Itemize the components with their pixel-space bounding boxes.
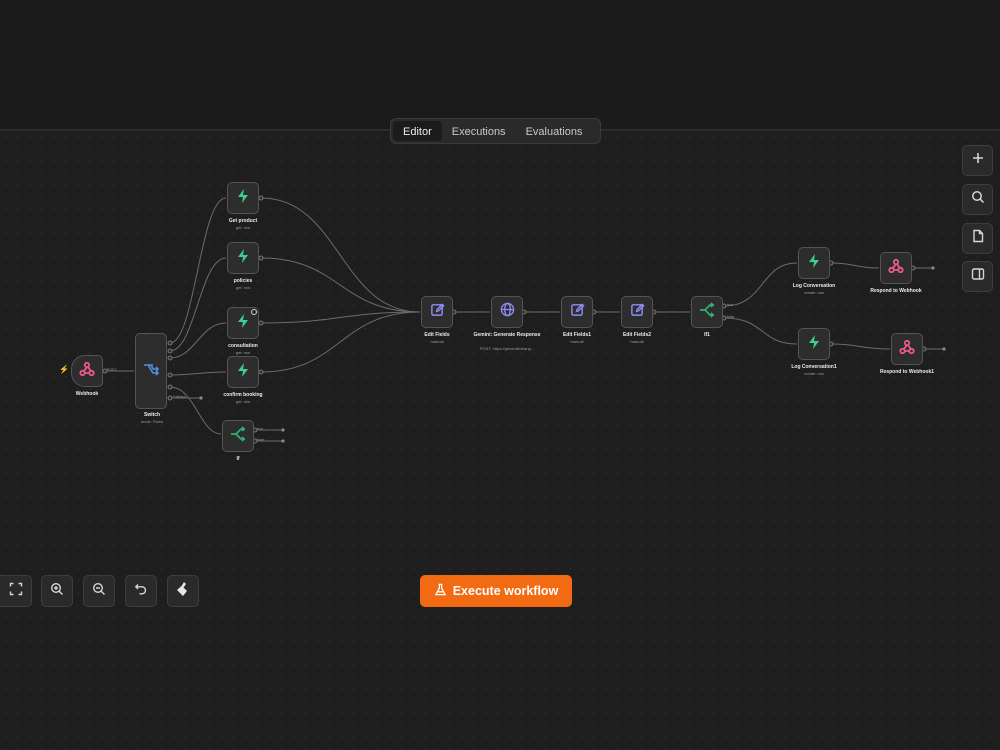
- pencil-icon: [630, 302, 645, 322]
- edge-getproduct-editfields: [260, 197, 421, 313]
- zoom-out-icon: [92, 582, 106, 601]
- supabase-icon: [806, 334, 822, 355]
- node-switch-sub: mode: Rules: [140, 419, 164, 424]
- if1-true-label: true: [727, 303, 734, 307]
- undo-icon: [134, 582, 148, 601]
- switch-icon: [143, 361, 160, 382]
- node-webhook[interactable]: [71, 355, 103, 387]
- pencil-icon: [430, 302, 445, 322]
- zoom-in-button[interactable]: [41, 575, 73, 607]
- node-confirm-booking-label: confirm booking: [223, 392, 263, 398]
- node-gemini-sub: POST: https://generativelang...: [479, 346, 535, 351]
- supabase-icon: [235, 313, 251, 334]
- node-edit-fields2[interactable]: [621, 296, 653, 328]
- globe-icon: [500, 302, 515, 322]
- node-if1[interactable]: [691, 296, 723, 328]
- if-true-label: true: [257, 427, 264, 431]
- node-switch[interactable]: [135, 333, 167, 409]
- node-policies-label: policies: [233, 278, 253, 284]
- node-edit-fields[interactable]: [421, 296, 453, 328]
- node-confirm-booking-sub: get: row: [235, 399, 251, 404]
- node-get-product-label: Get product: [228, 218, 258, 224]
- fit-view-icon: [9, 582, 23, 601]
- node-policies[interactable]: [227, 242, 259, 274]
- search-nodes-button[interactable]: [962, 184, 993, 215]
- node-log-conversation-label: Log Conversation: [792, 283, 836, 289]
- node-consultation-label: consultation: [228, 343, 258, 349]
- node-if-label: If: [236, 456, 240, 462]
- webhook-icon: [899, 339, 915, 360]
- add-sticky-note-button[interactable]: [962, 223, 993, 254]
- zoom-in-icon: [50, 582, 64, 601]
- node-get-product-sub: get: row: [235, 225, 251, 230]
- supabase-icon: [235, 362, 251, 383]
- node-log-conversation1-label: Log Conversation1: [791, 364, 837, 370]
- execute-workflow-button[interactable]: Execute workflow: [420, 575, 572, 607]
- search-icon: [971, 190, 985, 209]
- node-respond-to-webhook[interactable]: [880, 252, 912, 284]
- node-get-product[interactable]: [227, 182, 259, 214]
- edge-log1-respond1: [830, 343, 891, 350]
- webhook-output-label: POST: [107, 368, 117, 372]
- node-switch-label: Switch: [143, 412, 161, 418]
- node-respond-to-webhook-label: Respond to Webhook: [870, 288, 922, 294]
- node-log-conversation1[interactable]: [798, 328, 830, 360]
- supabase-icon: [235, 248, 251, 269]
- supabase-icon: [806, 253, 822, 274]
- add-node-button[interactable]: [962, 145, 993, 176]
- edge-log-respond: [830, 262, 880, 269]
- node-policies-sub: get: row: [235, 285, 251, 290]
- node-if1-label: If1: [704, 332, 710, 338]
- node-log-conversation[interactable]: [798, 247, 830, 279]
- webhook-icon: [888, 258, 904, 279]
- plus-icon: [971, 151, 985, 170]
- zoom-out-button[interactable]: [83, 575, 115, 607]
- if-icon: [230, 425, 246, 447]
- tidy-up-icon: [175, 581, 191, 602]
- node-confirm-booking[interactable]: [227, 356, 259, 388]
- tidy-up-button[interactable]: [167, 575, 199, 607]
- trigger-bolt-icon: ⚡: [59, 365, 69, 374]
- node-webhook-label: Webhook: [75, 391, 99, 397]
- node-respond-to-webhook1[interactable]: [891, 333, 923, 365]
- sticky-note-icon: [971, 229, 985, 248]
- undo-button[interactable]: [125, 575, 157, 607]
- node-edit-fields2-sub: manual: [630, 339, 644, 344]
- panel-icon: [971, 267, 985, 286]
- node-log-conversation1-sub: create: row: [804, 371, 824, 376]
- if1-false-label: false: [727, 315, 735, 319]
- switch-fallback-label: Fallback: [173, 395, 187, 399]
- node-gemini[interactable]: [491, 296, 523, 328]
- supabase-icon: [235, 188, 251, 209]
- fit-view-button[interactable]: [0, 575, 32, 607]
- if-false-label: false: [257, 438, 265, 442]
- if-icon: [699, 301, 715, 323]
- node-edit-fields1[interactable]: [561, 296, 593, 328]
- node-status-indicator-icon: [251, 309, 257, 315]
- execute-workflow-label: Execute workflow: [452, 584, 559, 598]
- node-log-conversation-sub: create: row: [804, 290, 824, 295]
- node-consultation-sub: get: row: [235, 350, 251, 355]
- pencil-icon: [570, 302, 585, 322]
- node-respond-to-webhook1-label: Respond to Webhook1: [879, 369, 935, 375]
- webhook-icon: [79, 361, 95, 382]
- flask-icon: [434, 583, 447, 599]
- edge-switch-confirm: [169, 371, 227, 376]
- edge-if1-log1: [723, 317, 798, 345]
- node-if[interactable]: [222, 420, 254, 452]
- toggle-panel-button[interactable]: [962, 261, 993, 292]
- node-edit-fields-sub: manual: [430, 339, 444, 344]
